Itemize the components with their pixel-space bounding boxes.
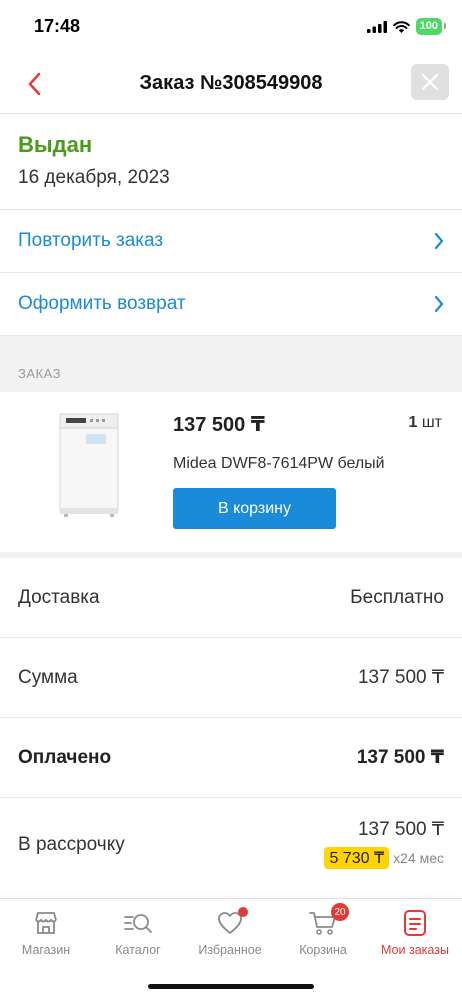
sum-label: Сумма (18, 666, 78, 688)
repeat-order-label: Повторить заказ (18, 230, 164, 251)
installment-row: В рассрочку 137 500 ₸ 5 730 ₸ x24 мес (0, 798, 462, 884)
status-time: 17:48 (34, 16, 81, 36)
installment-values: 137 500 ₸ 5 730 ₸ x24 мес (324, 798, 444, 884)
home-indicator (148, 984, 314, 989)
product-price: 137 500 ₸ (173, 414, 265, 436)
close-button[interactable] (411, 64, 449, 100)
status-icons: 100 (366, 18, 447, 35)
product-image[interactable] (56, 412, 122, 518)
paid-value: 137 500 ₸ (356, 747, 444, 768)
page-title: Заказ №308549908 (139, 72, 323, 94)
installment-total: 137 500 ₸ (357, 819, 444, 840)
product-quantity: 1 шт (408, 414, 442, 432)
wifi-icon (392, 20, 410, 33)
tab-favorites-label: Избранное (198, 943, 262, 957)
cart-badge-count: 20 (331, 903, 349, 921)
installment-monthly-badge: 5 730 ₸ (324, 847, 390, 869)
close-icon (421, 73, 439, 91)
return-order-button[interactable]: Оформить возврат (0, 273, 462, 336)
status-bar: 17:48 100 (0, 0, 462, 56)
delivery-value: Бесплатно (350, 586, 444, 608)
tab-store[interactable]: Магазин (0, 907, 92, 957)
order-product: 137 500 ₸ 1 шт Midea DWF8-7614PW белый В… (0, 392, 462, 558)
installment-label: В рассрочку (18, 834, 125, 855)
section-header-order: ЗАКАЗ (0, 336, 462, 392)
sum-value: 137 500 ₸ (357, 667, 444, 688)
return-order-label: Оформить возврат (18, 293, 186, 314)
order-status: Выдан (18, 132, 93, 157)
sum-row: Сумма 137 500 ₸ (0, 638, 462, 718)
paid-row: Оплачено 137 500 ₸ (0, 718, 462, 798)
orders-icon (404, 910, 426, 936)
tab-catalog[interactable]: Каталог (92, 907, 184, 957)
product-name[interactable]: Midea DWF8-7614PW белый (173, 455, 385, 473)
catalog-search-icon (124, 914, 152, 933)
signal-icon (366, 20, 387, 33)
tab-favorites[interactable]: Избранное (184, 907, 276, 957)
paid-label: Оплачено (18, 746, 112, 768)
order-status-block: Выдан 16 декабря, 2023 (0, 114, 462, 210)
order-date: 16 декабря, 2023 (18, 167, 170, 188)
tab-my-orders-label: Мои заказы (381, 943, 449, 957)
delivery-label: Доставка (18, 586, 100, 608)
favorites-badge-dot (238, 907, 248, 917)
chevron-right-icon (434, 232, 444, 250)
add-to-cart-button[interactable]: В корзину (173, 488, 336, 529)
tab-my-orders[interactable]: Мои заказы (369, 907, 461, 957)
tab-store-label: Магазин (21, 943, 71, 957)
battery-indicator: 100 (415, 18, 447, 35)
installment-monthly: 5 730 ₸ x24 мес (324, 847, 444, 869)
tab-catalog-label: Каталог (115, 943, 161, 957)
repeat-order-button[interactable]: Повторить заказ (0, 210, 462, 273)
tab-cart[interactable]: 20 Корзина (277, 903, 369, 957)
nav-bar: Заказ №308549908 (0, 56, 462, 114)
store-icon (35, 912, 57, 934)
delivery-row: Доставка Бесплатно (0, 558, 462, 638)
chevron-right-icon (434, 295, 444, 313)
installment-term: x24 мес (393, 850, 444, 866)
quantity-unit: шт (417, 414, 442, 431)
tab-cart-label: Корзина (299, 943, 347, 957)
